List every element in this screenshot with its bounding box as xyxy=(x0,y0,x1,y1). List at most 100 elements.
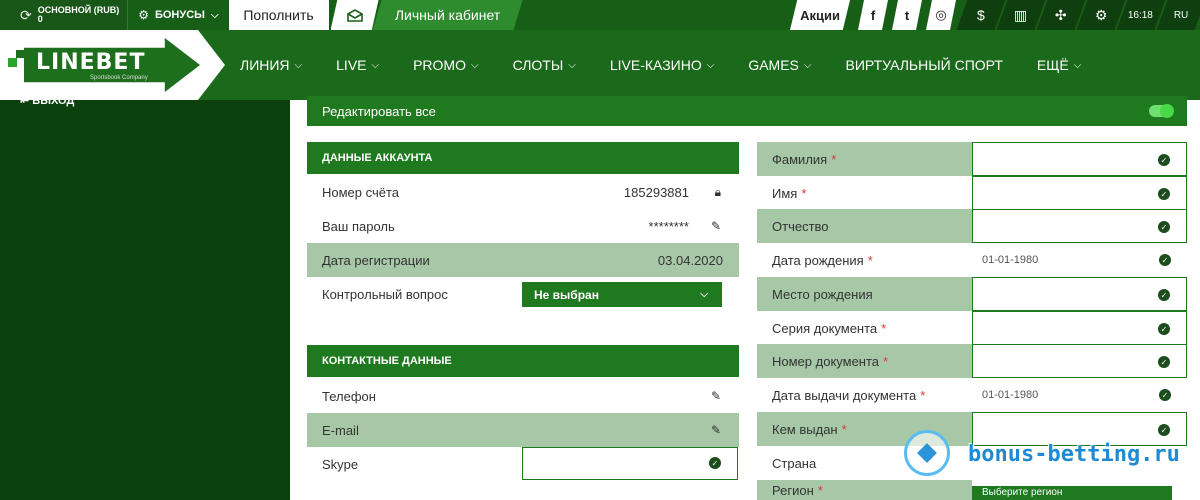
logout-label: ВЫХОД xyxy=(32,95,75,107)
region-select[interactable]: Выберите регион xyxy=(972,486,1172,500)
name-input[interactable]: ✓ xyxy=(972,176,1187,210)
pencil-icon[interactable]: ✎ xyxy=(711,389,721,403)
edit-all-toggle[interactable] xyxy=(1149,104,1174,118)
account-label: ОСНОВНОЙ (RUB) xyxy=(37,5,120,15)
field-label: Фамилия * xyxy=(757,142,972,176)
check-circle-icon: ✓ xyxy=(1158,323,1170,335)
dollar-icon: $ xyxy=(977,7,985,23)
deposit-button[interactable]: Пополнить xyxy=(228,0,329,30)
check-circle-icon: ✓ xyxy=(1158,188,1170,200)
nav-label: LIVE xyxy=(336,57,367,73)
security-question-select[interactable]: Не выбран ⌵ xyxy=(522,282,722,307)
row-label: E-mail xyxy=(322,422,359,438)
row-label: Контрольный вопрос xyxy=(322,286,448,302)
top-bar: ⟳ ОСНОВНОЙ (RUB) 0 ⚙ БОНУСЫ ⌵ Пополнить … xyxy=(0,0,1200,30)
logo-square xyxy=(8,58,17,67)
field-label: Место рождения xyxy=(757,277,972,311)
surname-input[interactable]: ✓ xyxy=(972,142,1187,176)
language-text: RU xyxy=(1173,9,1189,21)
envelope-icon xyxy=(346,8,363,22)
document-issue-date-input[interactable]: 01-01-1980 ✓ xyxy=(972,378,1187,412)
chevron-down-icon: ⌵ xyxy=(210,9,219,21)
main-header: LINEBET Sportsbook Company ЛИНИЯ ⌵ LIVE ⌵ … xyxy=(0,30,1200,100)
mail-button[interactable] xyxy=(330,0,379,30)
bonus-button[interactable]: ⚙ БОНУСЫ ⌵ xyxy=(128,0,228,30)
chevron-down-icon: ⌵ xyxy=(706,59,715,71)
nav-live[interactable]: LIVE ⌵ xyxy=(336,57,379,73)
nav-label: СЛОТЫ xyxy=(512,57,564,73)
nav-label: PROMO xyxy=(413,57,466,73)
account-balance: 0 xyxy=(37,14,43,24)
main-nav: ЛИНИЯ ⌵ LIVE ⌵ PROMO ⌵ СЛОТЫ ⌵ LIVE-КАЗИНО ⌵ … xyxy=(240,30,1115,100)
contact-section-header: КОНТАКТНЫЕ ДАННЫЕ xyxy=(307,345,739,377)
logout-icon: ⇤ xyxy=(20,95,30,107)
birth-date-row: Дата рождения * 01-01-1980 ✓ xyxy=(757,243,1187,277)
document-series-row: Серия документа * ✓ xyxy=(757,311,1187,345)
document-number-row: Номер документа * ✓ xyxy=(757,344,1187,378)
pencil-icon[interactable]: ✎ xyxy=(711,423,721,437)
sidebar: ⇤ ВЫХОД xyxy=(0,95,290,500)
chevron-down-icon: ⌵ xyxy=(1073,59,1082,71)
lock-icon: 🔒︎ xyxy=(714,184,721,199)
logo-subtitle: Sportsbook Company xyxy=(90,75,148,81)
registration-date-value: 03.04.2020 xyxy=(657,252,723,268)
nav-more[interactable]: ЕЩЁ ⌵ xyxy=(1037,57,1081,73)
row-label: Дата регистрации xyxy=(322,252,430,268)
row-label: Телефон xyxy=(322,388,376,404)
select-value: Не выбран xyxy=(534,287,599,302)
gift-icon: ⚙ xyxy=(138,8,149,22)
chevron-down-icon: ⌵ xyxy=(700,289,708,300)
check-circle-icon: ✓ xyxy=(1159,389,1171,401)
bonus-label: БОНУСЫ xyxy=(154,9,205,21)
registration-date-row: Дата регистрации 03.04.2020 xyxy=(307,243,739,277)
document-issue-date-row: Дата выдачи документа * 01-01-1980 ✓ xyxy=(757,378,1187,412)
row-label: Skype xyxy=(322,456,359,472)
birth-place-input[interactable]: ✓ xyxy=(972,277,1187,311)
nav-live-casino[interactable]: LIVE-КАЗИНО ⌵ xyxy=(610,57,714,73)
document-series-input[interactable]: ✓ xyxy=(972,311,1187,345)
logo[interactable]: LINEBET Sportsbook Company xyxy=(0,30,225,100)
account-balance-selector[interactable]: ⟳ ОСНОВНОЙ (RUB) 0 xyxy=(0,0,128,30)
password-value: ******** xyxy=(648,218,689,234)
pencil-icon[interactable]: ✎ xyxy=(711,219,721,233)
birth-date-input[interactable]: 01-01-1980 ✓ xyxy=(972,243,1187,277)
patronymic-row: Отчество ✓ xyxy=(757,209,1187,243)
patronymic-input[interactable]: ✓ xyxy=(972,209,1187,243)
twitter-icon[interactable]: t xyxy=(892,0,922,30)
watermark-text: bonus-betting.ru xyxy=(968,442,1180,467)
skype-input[interactable]: ✓ xyxy=(522,447,738,480)
row-label: Ваш пароль xyxy=(322,218,395,234)
gear-icon: ⚙ xyxy=(1094,6,1108,23)
field-label: Имя * xyxy=(757,176,972,210)
chevron-down-icon: ⌵ xyxy=(294,59,303,71)
document-number-input[interactable]: ✓ xyxy=(972,344,1187,378)
watermark: bonus-betting.ru xyxy=(900,428,1200,488)
joystick-icon: ✣ xyxy=(1055,6,1067,23)
row-label: Номер счёта xyxy=(322,184,400,200)
nav-label: GAMES xyxy=(748,57,799,73)
nav-virtual-sport[interactable]: ВИРТУАЛЬНЫЙ СПОРТ xyxy=(845,57,1002,73)
top-bar-right: Акции f t ◎ $ ▥ ✣ ⚙ 16:18 RU xyxy=(790,0,1200,30)
promotions-link[interactable]: Акции xyxy=(790,0,850,30)
nav-line[interactable]: ЛИНИЯ ⌵ xyxy=(240,57,302,73)
refresh-icon[interactable]: ⟳ xyxy=(20,7,32,24)
birth-place-row: Место рождения ✓ xyxy=(757,277,1187,311)
phone-row: Телефон ✎ xyxy=(307,379,739,413)
nav-label: LIVE-КАЗИНО xyxy=(609,57,702,73)
check-circle-icon: ✓ xyxy=(1159,254,1171,266)
nav-slots[interactable]: СЛОТЫ ⌵ xyxy=(513,57,576,73)
check-circle-icon: ✓ xyxy=(1158,154,1170,166)
instagram-icon[interactable]: ◎ xyxy=(926,0,956,30)
nav-promo[interactable]: PROMO ⌵ xyxy=(413,57,478,73)
account-section-header: ДАННЫЕ АККАУНТА xyxy=(307,142,739,174)
facebook-icon[interactable]: f xyxy=(858,0,888,30)
check-circle-icon: ✓ xyxy=(1158,289,1170,301)
check-circle-icon: ✓ xyxy=(1158,356,1170,368)
edit-all-bar: Редактировать все xyxy=(307,96,1187,126)
edit-all-label: Редактировать все xyxy=(322,103,436,119)
name-row: Имя * ✓ xyxy=(757,176,1187,210)
personal-cabinet-button[interactable]: Личный кабинет xyxy=(372,0,523,30)
chevron-down-icon: ⌵ xyxy=(803,59,812,71)
logout-link[interactable]: ⇤ ВЫХОД xyxy=(20,94,74,107)
nav-games[interactable]: GAMES ⌵ xyxy=(748,57,811,73)
